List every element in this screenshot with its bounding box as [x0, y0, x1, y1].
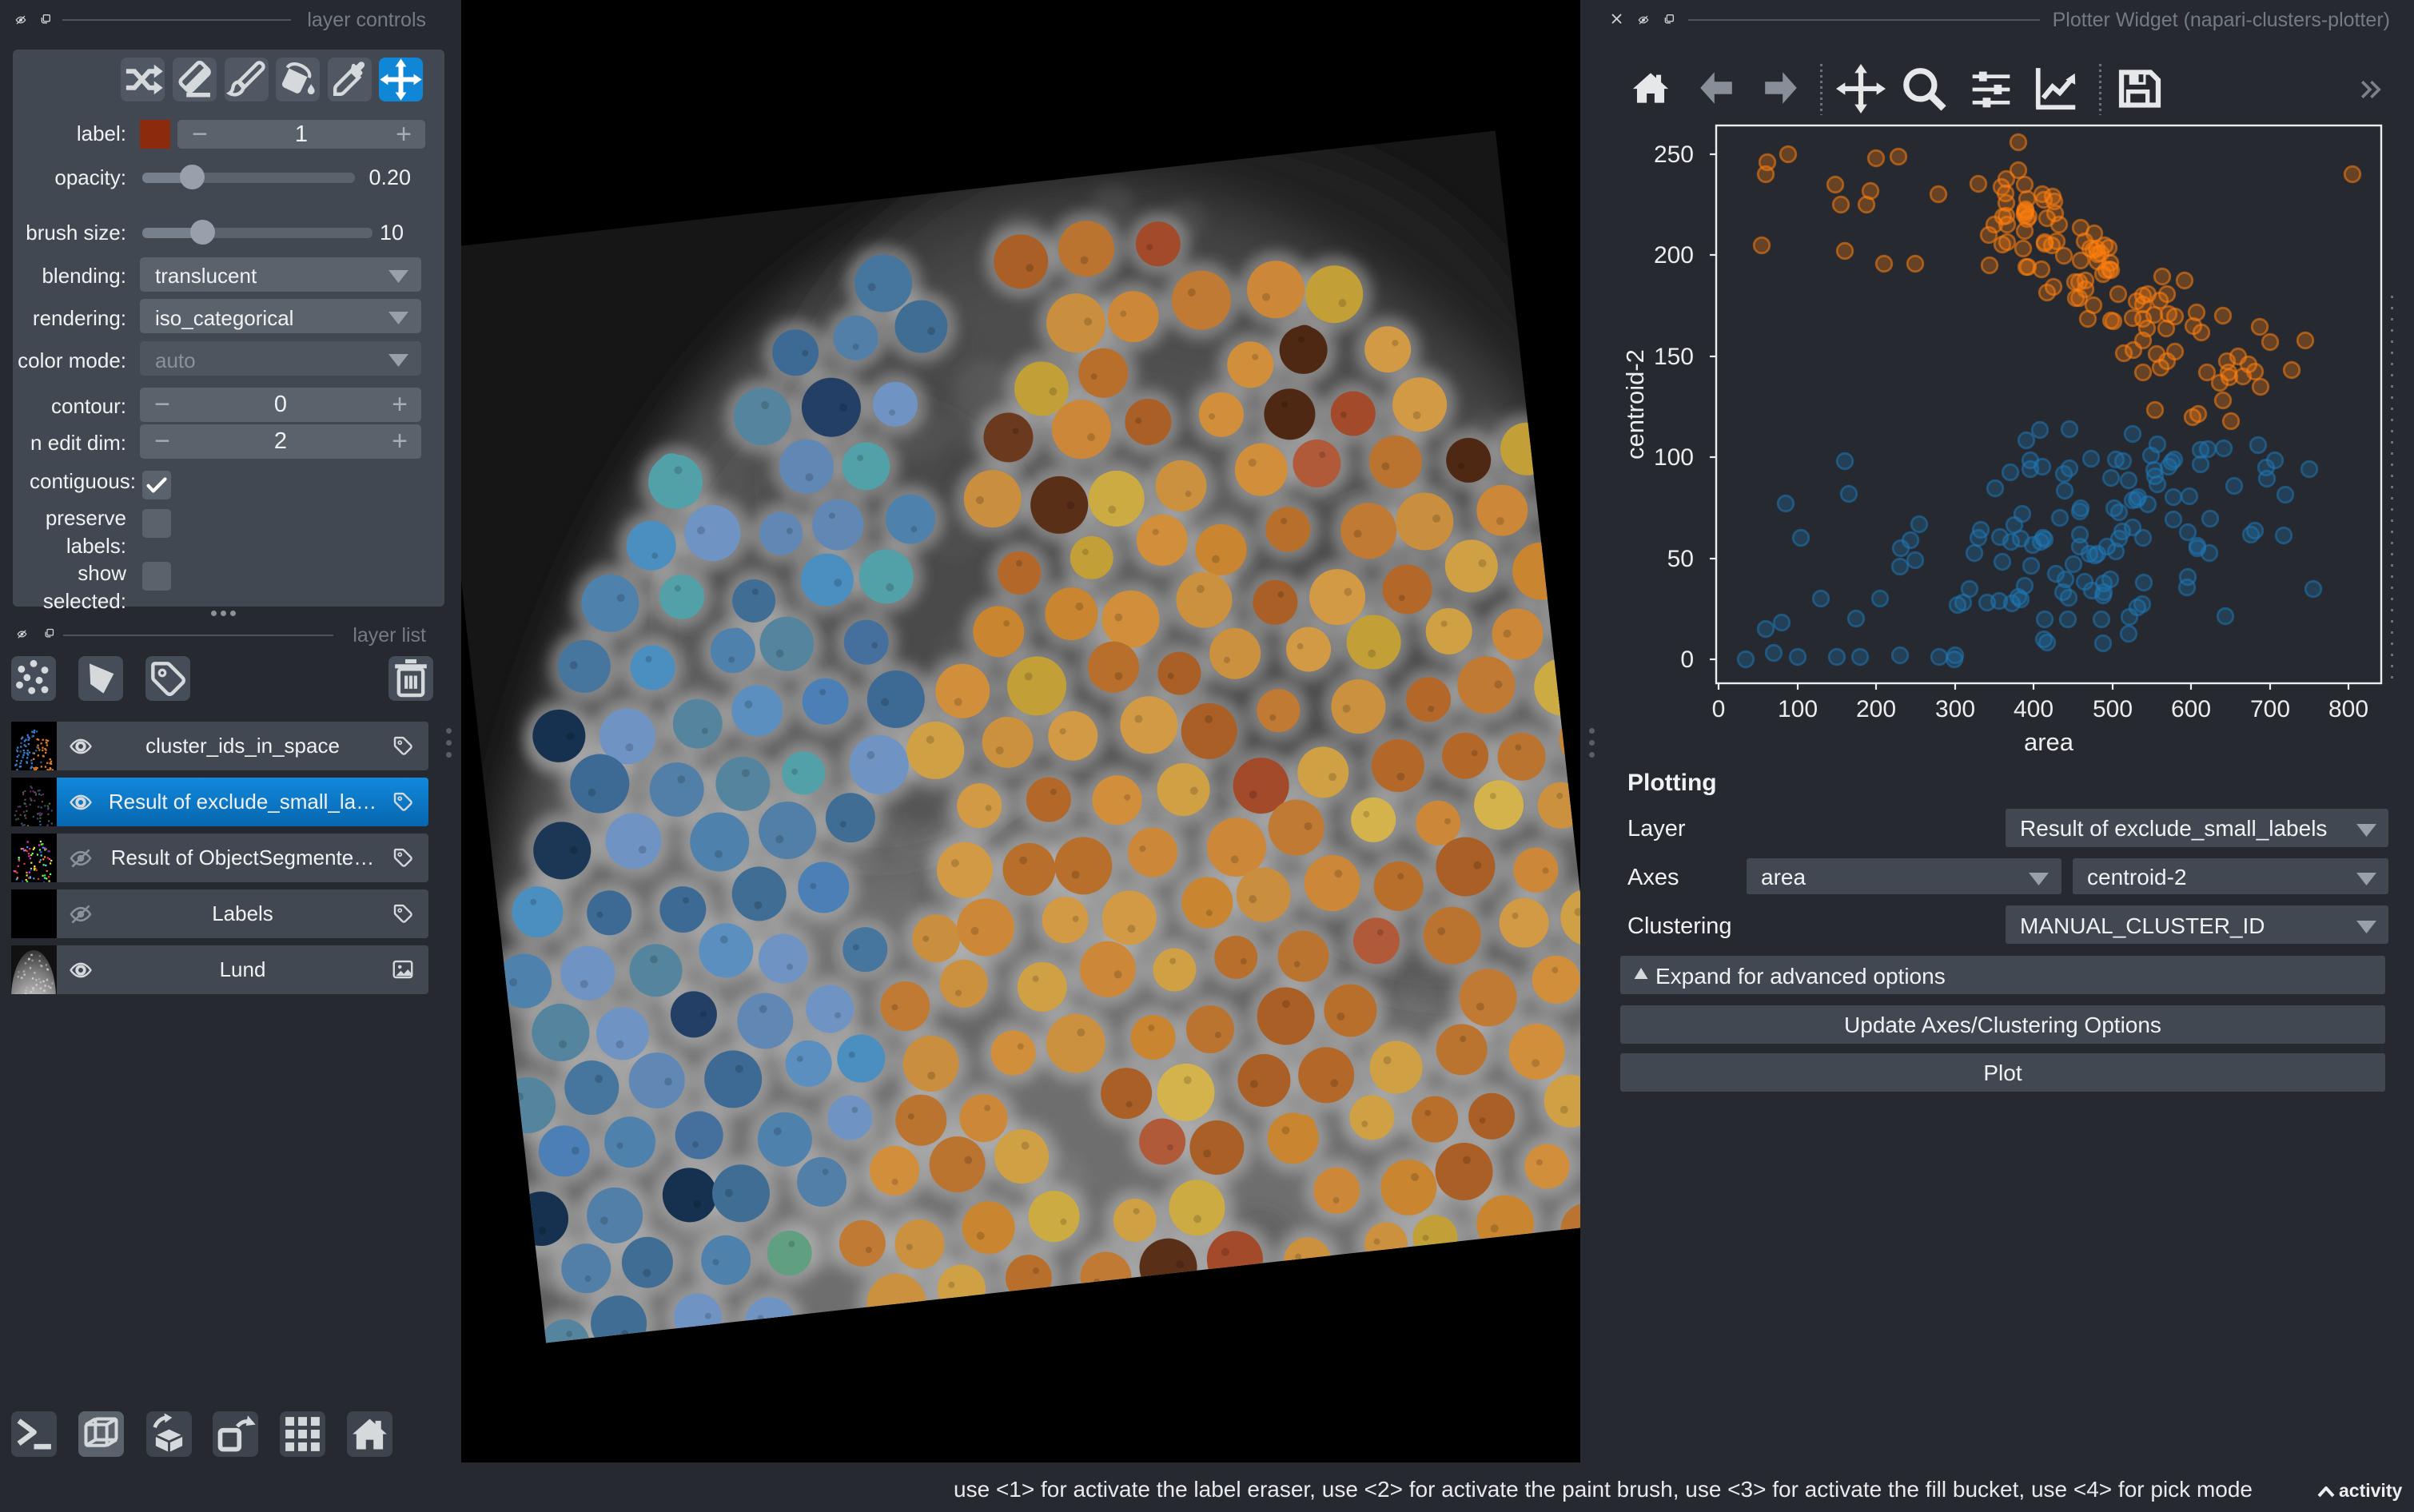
svg-text:100: 100 — [1778, 696, 1818, 722]
svg-text:800: 800 — [2328, 696, 2368, 722]
svg-text:600: 600 — [2171, 696, 2211, 722]
svg-text:200: 200 — [1856, 696, 1896, 722]
svg-text:500: 500 — [2093, 696, 2133, 722]
svg-text:200: 200 — [1654, 242, 1694, 269]
svg-text:250: 250 — [1654, 141, 1694, 168]
svg-text:0: 0 — [1680, 647, 1694, 673]
svg-text:0: 0 — [1712, 696, 1726, 722]
svg-text:centroid-2: centroid-2 — [1621, 349, 1649, 460]
svg-text:150: 150 — [1654, 344, 1694, 370]
svg-text:300: 300 — [1935, 696, 1975, 722]
svg-text:area: area — [2024, 728, 2074, 756]
svg-text:700: 700 — [2250, 696, 2290, 722]
svg-text:100: 100 — [1654, 444, 1694, 471]
svg-text:400: 400 — [2014, 696, 2053, 722]
svg-text:50: 50 — [1667, 546, 1694, 572]
